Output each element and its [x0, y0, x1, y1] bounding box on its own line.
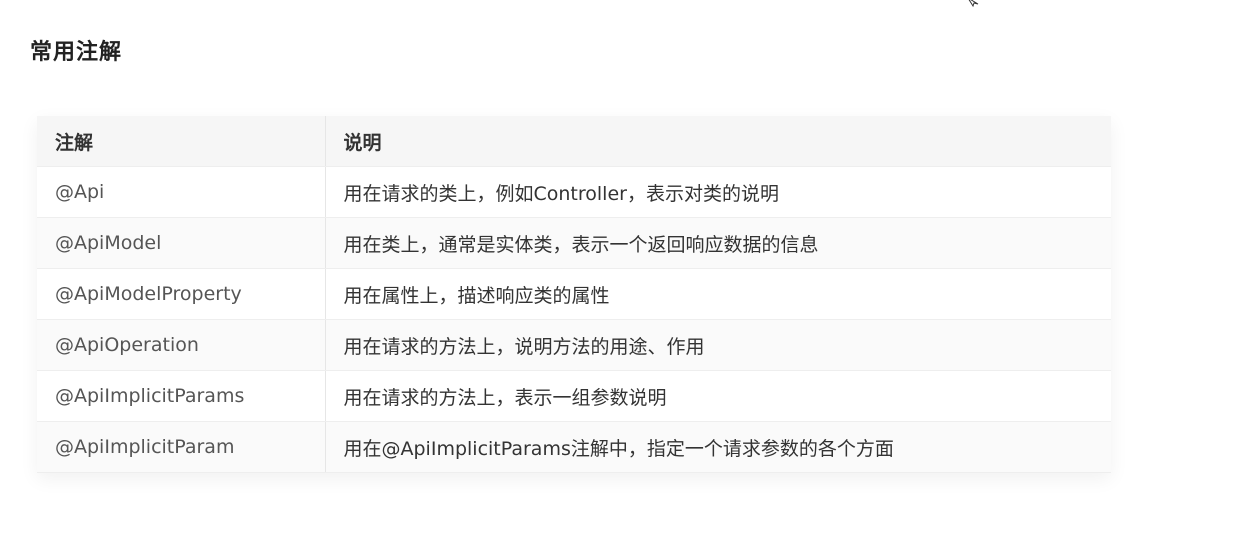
description-cell: 用在@ApiImplicitParams注解中，指定一个请求参数的各个方面	[324, 421, 1111, 473]
page-title: 常用注解	[30, 40, 123, 65]
table-row: @ApiImplicitParams 用在请求的方法上，表示一组参数说明	[37, 370, 1111, 422]
table-row: @ApiOperation 用在请求的方法上，说明方法的用途、作用	[37, 319, 1111, 371]
description-cell: 用在属性上，描述响应类的属性	[324, 268, 1111, 320]
table-header-row: 注解 说明	[37, 116, 1111, 167]
table-row: @ApiImplicitParam 用在@ApiImplicitParams注解…	[37, 421, 1111, 473]
annotation-table-container: 注解 说明 @Api 用在请求的类上，例如Controller，表示对类的说明 …	[37, 116, 1111, 473]
annotation-cell: @ApiOperation	[37, 319, 325, 371]
annotation-table: 注解 说明 @Api 用在请求的类上，例如Controller，表示对类的说明 …	[37, 116, 1111, 473]
annotation-cell: @Api	[37, 166, 325, 218]
column-header-annotation: 注解	[37, 116, 325, 167]
description-cell: 用在请求的方法上，表示一组参数说明	[324, 370, 1111, 422]
document-page: 常用注解 注解 说明 @Api 用在请求的类上，例如Controller，表示对…	[0, 0, 1239, 549]
table-row: @ApiModel 用在类上，通常是实体类，表示一个返回响应数据的信息	[37, 217, 1111, 269]
description-cell: 用在类上，通常是实体类，表示一个返回响应数据的信息	[324, 217, 1111, 269]
mouse-cursor-icon	[968, 0, 979, 8]
table-row: @Api 用在请求的类上，例如Controller，表示对类的说明	[37, 166, 1111, 218]
annotation-cell: @ApiImplicitParam	[37, 421, 325, 473]
description-cell: 用在请求的方法上，说明方法的用途、作用	[324, 319, 1111, 371]
column-header-description: 说明	[324, 116, 1111, 167]
table-row: @ApiModelProperty 用在属性上，描述响应类的属性	[37, 268, 1111, 320]
annotation-cell: @ApiModel	[37, 217, 325, 269]
annotation-cell: @ApiImplicitParams	[37, 370, 325, 422]
annotation-cell: @ApiModelProperty	[37, 268, 325, 320]
description-cell: 用在请求的类上，例如Controller，表示对类的说明	[324, 166, 1111, 218]
